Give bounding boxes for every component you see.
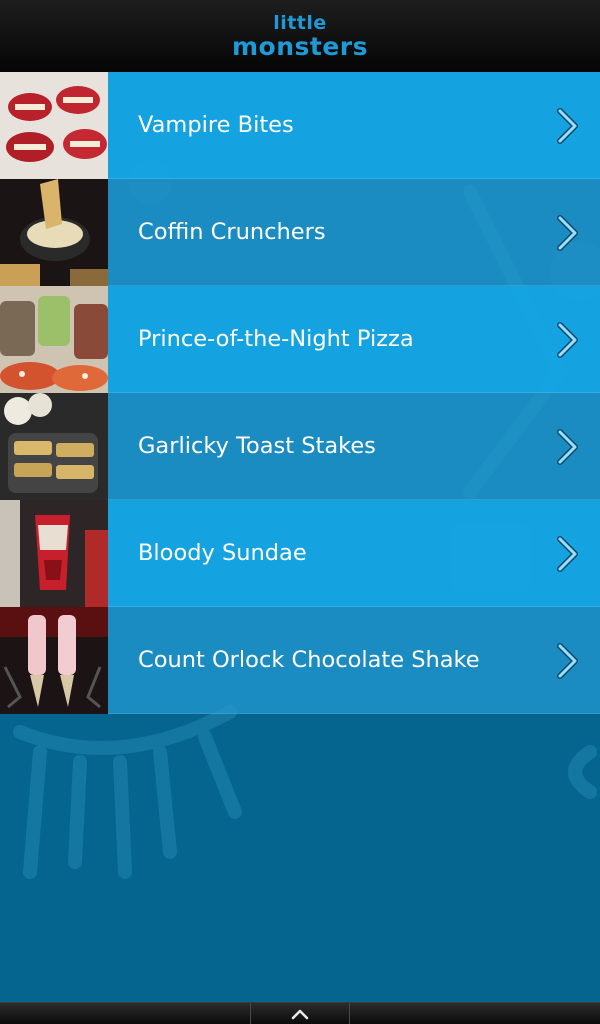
app-header: little monsters bbox=[0, 0, 600, 72]
recipe-row-chocolate-shake[interactable]: Count Orlock Chocolate Shake bbox=[0, 606, 600, 714]
recipe-row-bloody-sundae[interactable]: Bloody Sundae bbox=[0, 499, 600, 607]
chevron-right-icon bbox=[557, 322, 578, 358]
expand-tab-button[interactable] bbox=[250, 1003, 350, 1024]
chevron-right-icon bbox=[557, 429, 578, 465]
logo-text-bottom: monsters bbox=[231, 31, 369, 61]
coffin-crunchers-photo bbox=[0, 178, 108, 286]
chevron-up-icon bbox=[291, 1009, 309, 1020]
chevron-right-icon bbox=[557, 643, 578, 679]
recipe-row-coffin-crunchers[interactable]: Coffin Crunchers bbox=[0, 178, 600, 286]
toast-stakes-photo bbox=[0, 392, 108, 500]
recipe-title: Vampire Bites bbox=[138, 112, 294, 138]
recipe-title: Bloody Sundae bbox=[138, 540, 307, 566]
chevron-right-icon bbox=[557, 108, 578, 144]
bloody-sundae-photo bbox=[0, 499, 108, 607]
recipe-title: Garlicky Toast Stakes bbox=[138, 433, 376, 459]
recipe-row-vampire-bites[interactable]: Vampire Bites bbox=[0, 71, 600, 179]
recipe-row-pizza[interactable]: Prince-of-the-Night Pizza bbox=[0, 285, 600, 393]
logo-text-top: little bbox=[273, 11, 327, 34]
chevron-right-icon bbox=[557, 536, 578, 572]
pizza-photo bbox=[0, 285, 108, 393]
chevron-right-icon bbox=[557, 215, 578, 251]
recipe-title: Coffin Crunchers bbox=[138, 219, 326, 245]
recipe-title: Count Orlock Chocolate Shake bbox=[138, 647, 480, 673]
vampire-bites-photo bbox=[0, 71, 108, 179]
app-logo: little monsters bbox=[231, 11, 369, 61]
recipe-list: Vampire Bites Coffin Crunchers Prince-of… bbox=[0, 71, 600, 714]
recipe-row-toast-stakes[interactable]: Garlicky Toast Stakes bbox=[0, 392, 600, 500]
bottom-bar bbox=[0, 1002, 600, 1024]
chocolate-shake-photo bbox=[0, 606, 108, 714]
recipe-title: Prince-of-the-Night Pizza bbox=[138, 326, 414, 352]
